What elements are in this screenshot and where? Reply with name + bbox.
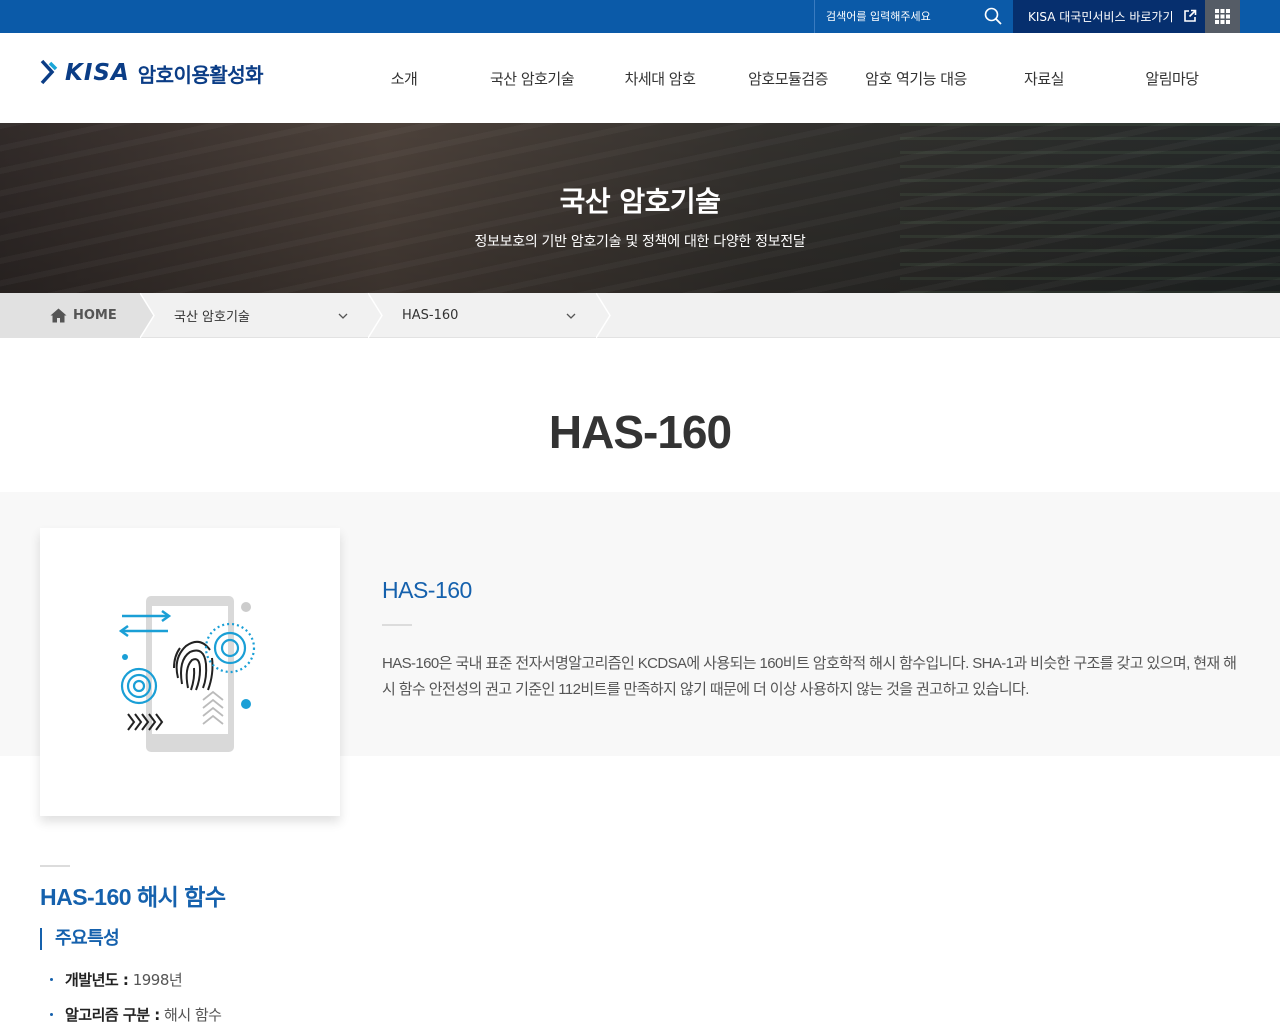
- site-logo[interactable]: KISA 암호이용활성화: [40, 57, 264, 89]
- section-title: HAS-160 해시 함수: [40, 884, 226, 910]
- chevron-down-icon: [566, 313, 576, 319]
- fingerprint-phone-illustration: [118, 596, 256, 752]
- intro-divider: [382, 624, 412, 626]
- search-box: [814, 0, 1014, 33]
- nav-item-notices[interactable]: 알림마당: [1108, 33, 1236, 123]
- breadcrumb-level1-label: 국산 암호기술: [174, 310, 250, 325]
- intro-title: HAS-160: [382, 577, 472, 603]
- breadcrumb-home[interactable]: HOME: [0, 293, 140, 338]
- spec-value: 1998년: [128, 971, 183, 989]
- site-header: KISA 암호이용활성화 소개 국산 암호기술 차세대 암호 암호모듈검증 암호…: [0, 33, 1280, 123]
- kisa-service-link-label: KISA 대국민서비스 바로가기: [1028, 10, 1174, 24]
- breadcrumb-separator-icon: [140, 293, 155, 338]
- nav-item-resources[interactable]: 자료실: [980, 33, 1108, 123]
- hero-banner: 국산 암호기술 정보보호의 기반 암호기술 및 정책에 대한 다양한 정보전달: [0, 123, 1280, 293]
- breadcrumb-separator-icon: [368, 293, 383, 338]
- search-icon[interactable]: [984, 7, 1002, 25]
- list-item: 개발년도 : 1998년: [48, 968, 222, 1003]
- section-subtitle: 주요특성: [40, 928, 120, 950]
- breadcrumb-level2-dropdown[interactable]: HAS-160: [402, 293, 582, 338]
- breadcrumb-level1-dropdown[interactable]: 국산 암호기술: [174, 293, 354, 338]
- kisa-logo-icon: [40, 59, 58, 85]
- breadcrumb-separator-icon: [596, 293, 611, 338]
- spec-value: 해시 함수: [159, 1006, 222, 1024]
- home-icon: [50, 308, 67, 323]
- grid-icon: [1215, 9, 1230, 24]
- breadcrumb-home-label: HOME: [73, 308, 117, 323]
- breadcrumb: HOME 국산 암호기술 HAS-160: [0, 293, 1280, 338]
- chevron-down-icon: [338, 313, 348, 319]
- nav-item-next-gen-crypto[interactable]: 차세대 암호: [596, 33, 724, 123]
- spec-list: 개발년도 : 1998년 알고리즘 구분 : 해시 함수: [48, 968, 222, 1024]
- breadcrumb-level2-label: HAS-160: [402, 308, 459, 323]
- nav-item-intro[interactable]: 소개: [340, 33, 468, 123]
- hero-subtitle: 정보보호의 기반 암호기술 및 정책에 대한 다양한 정보전달: [474, 234, 806, 250]
- logo-kisa-text: KISA: [65, 60, 130, 86]
- nav-item-module-validation[interactable]: 암호모듈검증: [724, 33, 852, 123]
- spec-label: 개발년도 :: [65, 971, 129, 989]
- sitemap-button[interactable]: [1205, 0, 1240, 33]
- logo-site-text: 암호이용활성화: [137, 62, 264, 87]
- nav-item-crypto-adverse[interactable]: 암호 역기능 대응: [852, 33, 980, 123]
- page-title: HAS-160: [548, 406, 732, 458]
- nav-item-domestic-crypto[interactable]: 국산 암호기술: [468, 33, 596, 123]
- main-navigation: 소개 국산 암호기술 차세대 암호 암호모듈검증 암호 역기능 대응 자료실 알…: [340, 33, 1236, 123]
- list-item: 알고리즘 구분 : 해시 함수: [48, 1003, 222, 1024]
- kisa-service-link[interactable]: KISA 대국민서비스 바로가기: [1013, 0, 1205, 33]
- external-link-icon: [1184, 9, 1197, 22]
- top-utility-bar: KISA 대국민서비스 바로가기: [0, 0, 1280, 33]
- intro-description: HAS-160은 국내 표준 전자서명알고리즘인 KCDSA에 사용되는 160…: [382, 655, 1237, 698]
- search-input[interactable]: [815, 0, 975, 33]
- section-divider: [40, 865, 70, 867]
- intro-illustration-card: [40, 528, 340, 816]
- spec-label: 알고리즘 구분 :: [65, 1006, 160, 1024]
- hero-title: 국산 암호기술: [559, 185, 721, 218]
